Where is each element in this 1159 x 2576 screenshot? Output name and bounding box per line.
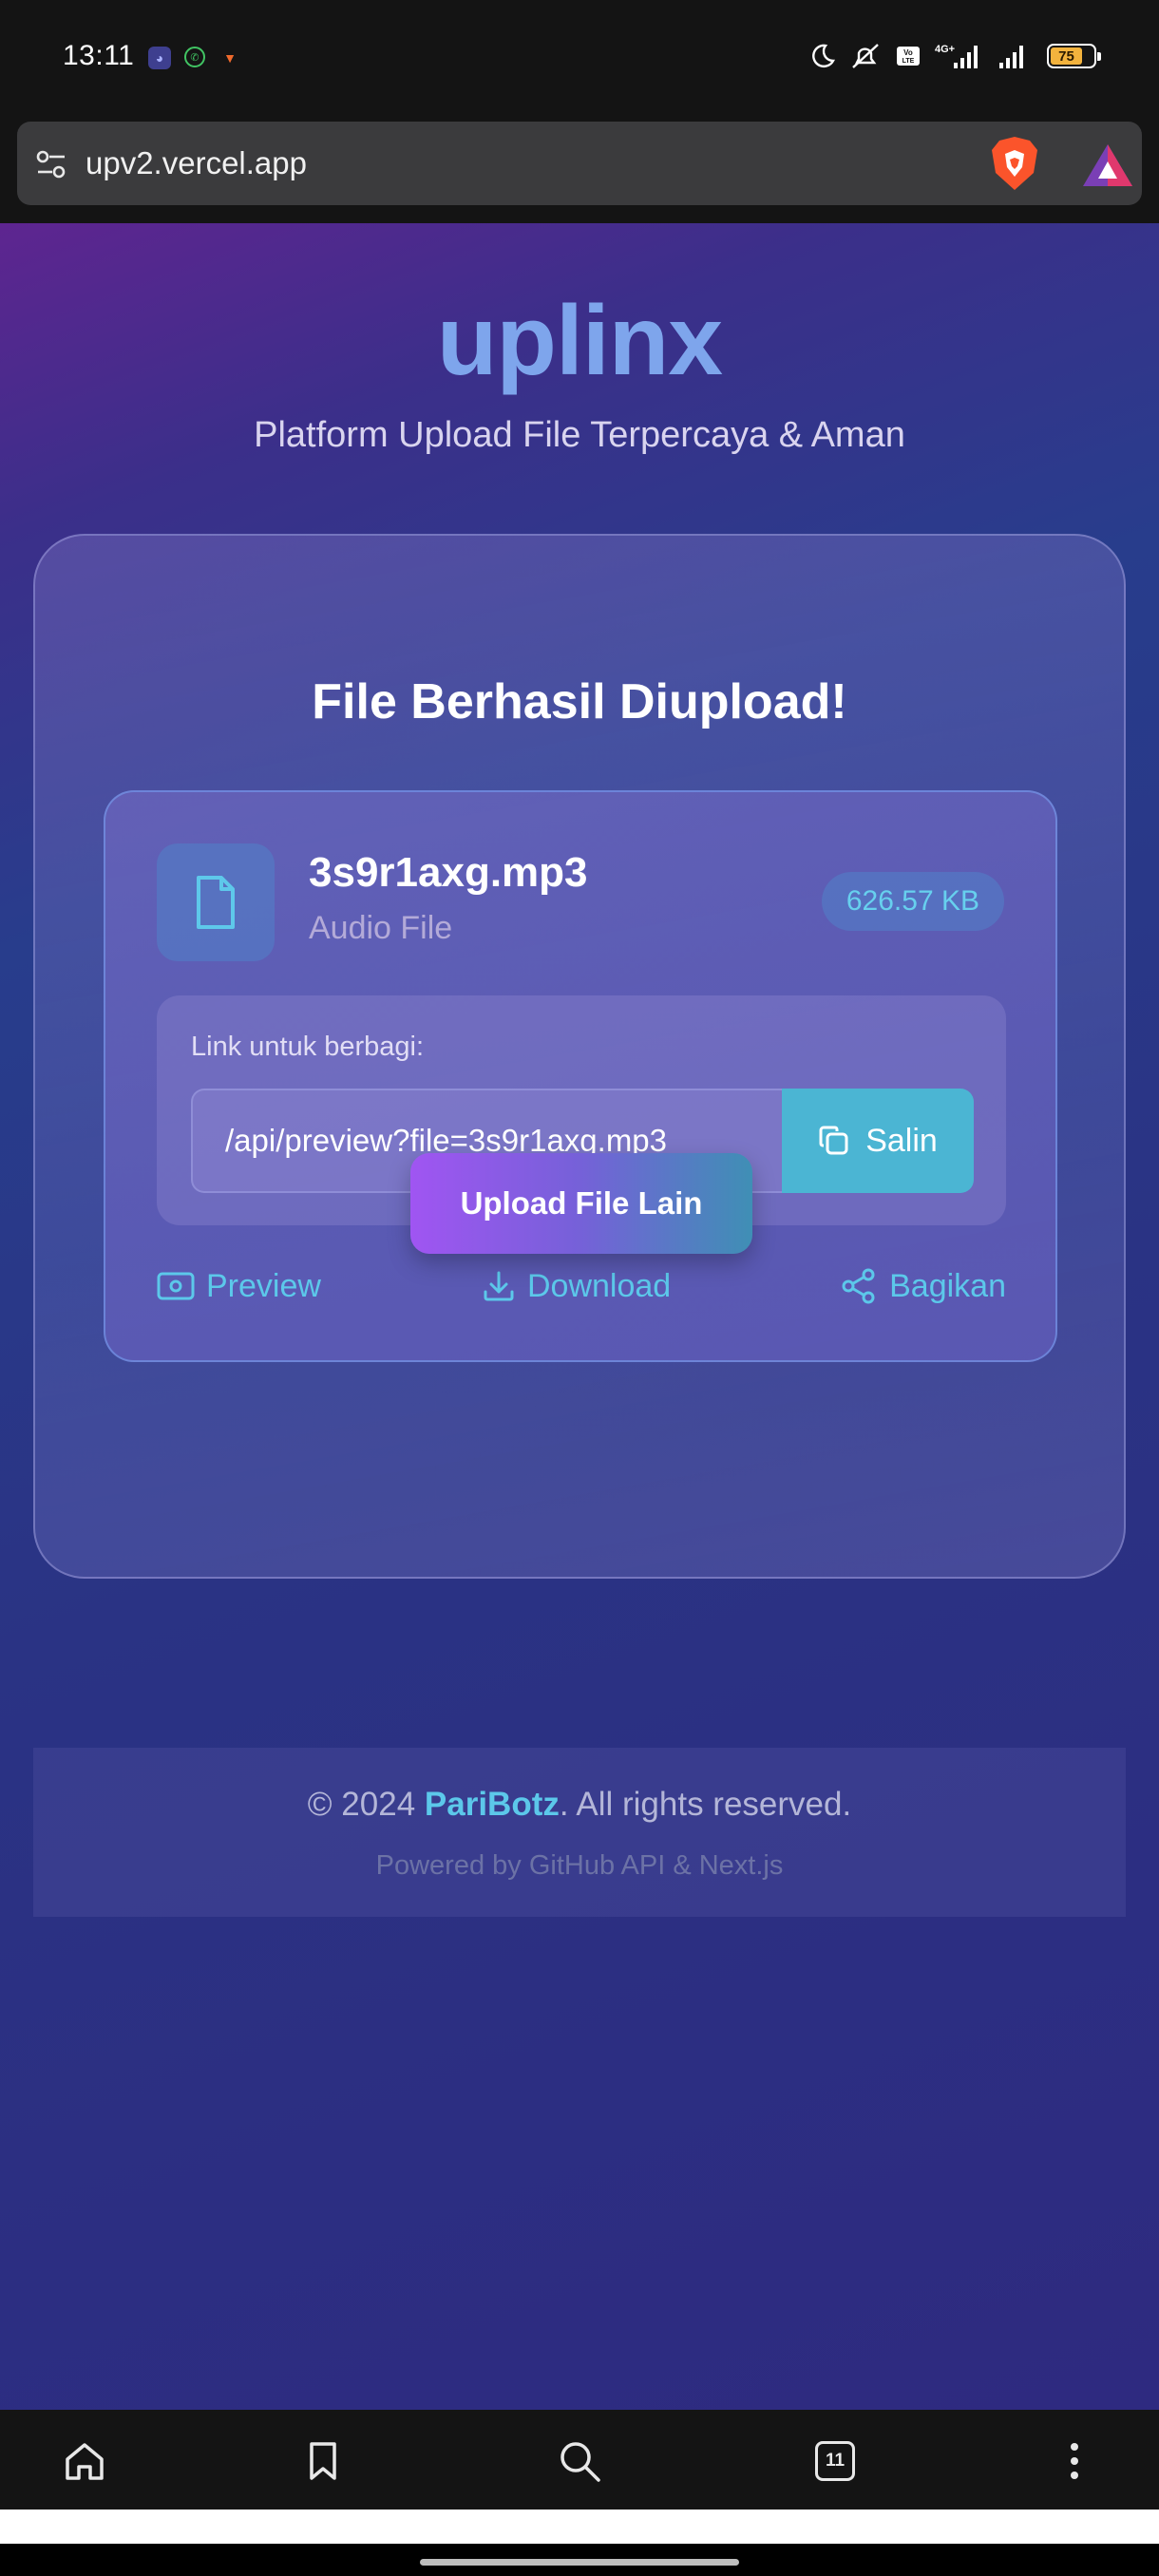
home-button[interactable] (58, 2434, 111, 2488)
svg-text:Vo: Vo (903, 48, 913, 57)
browser-toolbar: upv2.vercel.app (0, 119, 1159, 223)
copy-icon (819, 1126, 848, 1155)
notification-icons: ◕ ✆ ▼ (148, 47, 241, 69)
share-icon (842, 1268, 875, 1304)
footer-brand-link[interactable]: PariBotz (425, 1786, 560, 1823)
copy-button[interactable]: Salin (782, 1089, 974, 1193)
preview-label: Preview (206, 1267, 321, 1304)
signal-4g-icon: 4G+ (935, 42, 982, 70)
site-subtitle: Platform Upload File Terpercaya & Aman (254, 415, 905, 455)
brave-notif-icon: ▼ (223, 50, 237, 66)
status-time: 13:11 (63, 40, 135, 71)
status-bar: 13:11 ◕ ✆ ▼ Vo LTE 4G+ 75 (0, 0, 1159, 119)
home-indicator[interactable] (420, 2559, 739, 2566)
search-button[interactable] (553, 2434, 606, 2488)
svg-text:4G+: 4G+ (935, 44, 955, 55)
gesture-area (0, 2510, 1159, 2576)
copy-button-label: Salin (865, 1122, 938, 1159)
more-vertical-icon (1071, 2443, 1078, 2479)
copyright-suffix: . All rights reserved. (559, 1786, 852, 1823)
tabs-count-icon: 11 (815, 2441, 855, 2481)
copyright-prefix: © 2024 (307, 1786, 425, 1823)
screen: 13:11 ◕ ✆ ▼ Vo LTE 4G+ 75 upv2.vercel.ap… (0, 0, 1159, 2576)
mute-icon (849, 42, 882, 70)
tabs-button[interactable]: 11 (808, 2434, 862, 2488)
url-text[interactable]: upv2.vercel.app (86, 145, 307, 181)
bookmark-icon (310, 2442, 336, 2480)
file-size-badge: 626.57 KB (821, 872, 1004, 931)
search-icon (560, 2442, 600, 2482)
home-icon (66, 2443, 104, 2480)
download-link[interactable]: Download (482, 1258, 671, 1315)
file-actions: Preview Download Bagikan (157, 1258, 1006, 1315)
file-type: Audio File (309, 910, 453, 946)
file-name: 3s9r1axg.mp3 (309, 849, 588, 896)
brave-shields-icon[interactable] (988, 135, 1041, 192)
status-right: Vo LTE 4G+ 75 (808, 42, 1101, 70)
discord-icon: ◕ (148, 47, 171, 69)
file-icon-box (157, 843, 275, 961)
success-heading: File Berhasil Diupload! (312, 674, 847, 729)
brave-rewards-icon[interactable] (1081, 142, 1134, 188)
whatsapp-icon: ✆ (184, 47, 205, 67)
file-info-card: 3s9r1axg.mp3 Audio File 626.57 KB Link u… (104, 790, 1057, 1362)
volte-icon: Vo LTE (895, 42, 922, 70)
bookmarks-button[interactable] (296, 2434, 350, 2488)
share-link-label: Link untuk berbagi: (191, 1032, 425, 1062)
svg-text:LTE: LTE (902, 58, 915, 65)
browser-bottom-nav: 11 (0, 2410, 1159, 2510)
site-title: uplinx (436, 286, 723, 396)
preview-icon (157, 1272, 195, 1300)
web-page: uplinx Platform Upload File Terpercaya &… (0, 223, 1159, 2410)
upload-result-card: File Berhasil Diupload! 3s9r1axg.mp3 Aud… (33, 534, 1126, 1579)
signal-icon (996, 42, 1034, 70)
moon-icon (808, 42, 836, 70)
site-settings-icon[interactable] (34, 147, 68, 181)
battery-icon: 75 (1047, 44, 1101, 68)
menu-button[interactable] (1048, 2434, 1101, 2488)
upload-another-button[interactable]: Upload File Lain (410, 1153, 752, 1254)
file-icon (197, 876, 235, 929)
preview-link[interactable]: Preview (157, 1258, 321, 1315)
battery-level: 75 (1051, 47, 1082, 65)
footer-powered: Powered by GitHub API & Next.js (375, 1850, 784, 1881)
footer-copyright: © 2024 PariBotz. All rights reserved. (33, 1786, 1126, 1824)
download-icon (484, 1271, 514, 1301)
download-label: Download (527, 1267, 672, 1304)
share-link[interactable]: Bagikan (840, 1258, 1006, 1315)
white-strip (0, 2510, 1159, 2544)
share-label: Bagikan (889, 1267, 1006, 1304)
footer: © 2024 PariBotz. All rights reserved. Po… (33, 1748, 1126, 1917)
address-bar[interactable]: upv2.vercel.app (17, 122, 1142, 205)
